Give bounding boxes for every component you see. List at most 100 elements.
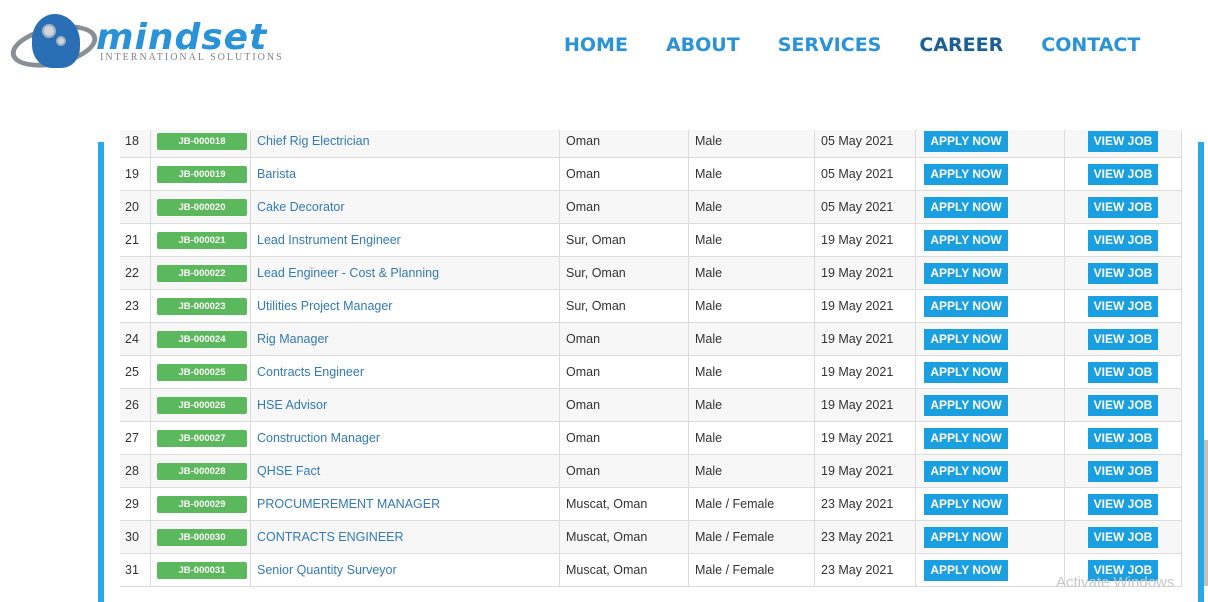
- apply-now-button[interactable]: APPLY NOW: [924, 230, 1008, 251]
- table-row: 23 JB-000023 Utilities Project Manager Sur,…: [120, 290, 1182, 323]
- apply-now-button[interactable]: APPLY NOW: [924, 560, 1008, 581]
- job-title-link[interactable]: QHSE Fact: [257, 464, 320, 478]
- view-job-button[interactable]: VIEW JOB: [1088, 461, 1158, 482]
- job-gender: Male: [688, 158, 814, 191]
- view-cell: VIEW JOB: [1064, 422, 1182, 455]
- apply-cell: APPLY NOW: [915, 389, 1064, 422]
- apply-now-button[interactable]: APPLY NOW: [924, 461, 1008, 482]
- job-date: 19 May 2021: [814, 356, 915, 389]
- job-gender: Male / Female: [688, 488, 814, 521]
- job-title-link[interactable]: Chief Rig Electrician: [257, 134, 370, 148]
- job-location: Muscat, Oman: [559, 488, 688, 521]
- view-job-button[interactable]: VIEW JOB: [1088, 131, 1158, 152]
- job-code-badge: JB-000022: [157, 265, 247, 282]
- apply-cell: APPLY NOW: [915, 455, 1064, 488]
- view-cell: VIEW JOB: [1064, 389, 1182, 422]
- row-number: 26: [125, 398, 139, 412]
- row-number: 20: [125, 200, 139, 214]
- job-title-link[interactable]: Contracts Engineer: [257, 365, 364, 379]
- job-title-link[interactable]: Lead Engineer - Cost & Planning: [257, 266, 439, 280]
- view-job-button[interactable]: VIEW JOB: [1088, 494, 1158, 515]
- job-code-cell: JB-000022: [150, 257, 250, 290]
- apply-now-button[interactable]: APPLY NOW: [924, 197, 1008, 218]
- main-nav: HOME ABOUT SERVICES CAREER CONTACT: [564, 30, 1178, 60]
- logo-wordmark: mindset: [96, 17, 268, 58]
- job-gender: Male: [688, 389, 814, 422]
- nav-services[interactable]: SERVICES: [778, 30, 882, 60]
- job-title-link[interactable]: Barista: [257, 167, 296, 181]
- view-job-button[interactable]: VIEW JOB: [1088, 263, 1158, 284]
- page-scrollbar-thumb[interactable]: [1204, 440, 1208, 586]
- table-row: 25 JB-000025 Contracts Engineer Oman Male 19 …: [120, 356, 1182, 389]
- apply-now-button[interactable]: APPLY NOW: [924, 263, 1008, 284]
- view-job-button[interactable]: VIEW JOB: [1088, 362, 1158, 383]
- job-gender: Male: [688, 257, 814, 290]
- apply-now-button[interactable]: APPLY NOW: [924, 395, 1008, 416]
- job-location: Oman: [559, 356, 688, 389]
- apply-cell: APPLY NOW: [915, 554, 1064, 587]
- apply-cell: APPLY NOW: [915, 356, 1064, 389]
- row-number: 27: [125, 431, 139, 445]
- job-location: Muscat, Oman: [559, 521, 688, 554]
- apply-now-button[interactable]: APPLY NOW: [924, 296, 1008, 317]
- apply-cell: APPLY NOW: [915, 488, 1064, 521]
- job-code-cell: JB-000026: [150, 389, 250, 422]
- job-date: 23 May 2021: [814, 488, 915, 521]
- view-job-button[interactable]: VIEW JOB: [1088, 164, 1158, 185]
- view-job-button[interactable]: VIEW JOB: [1088, 329, 1158, 350]
- row-number: 29: [125, 497, 139, 511]
- logo-gear-icon: [56, 36, 66, 46]
- job-title-link[interactable]: Cake Decorator: [257, 200, 345, 214]
- view-job-button[interactable]: VIEW JOB: [1088, 296, 1158, 317]
- table-row: 20 JB-000020 Cake Decorator Oman Male 05 May …: [120, 191, 1182, 224]
- job-location: Oman: [559, 323, 688, 356]
- view-job-button[interactable]: VIEW JOB: [1088, 197, 1158, 218]
- row-number: 28: [125, 464, 139, 478]
- job-gender: Male: [688, 224, 814, 257]
- table-row: 19 JB-000019 Barista Oman Male 05 May 2021 APP…: [120, 158, 1182, 191]
- table-row: 24 JB-000024 Rig Manager Oman Male 19 May 202…: [120, 323, 1182, 356]
- job-code-cell: JB-000020: [150, 191, 250, 224]
- job-gender: Male: [688, 191, 814, 224]
- job-title-link[interactable]: HSE Advisor: [257, 398, 327, 412]
- view-job-button[interactable]: VIEW JOB: [1088, 428, 1158, 449]
- job-title-cell: PROCUMEREMENT MANAGER: [250, 488, 559, 521]
- apply-now-button[interactable]: APPLY NOW: [924, 362, 1008, 383]
- job-title-link[interactable]: PROCUMEREMENT MANAGER: [257, 497, 440, 511]
- view-job-button[interactable]: VIEW JOB: [1088, 395, 1158, 416]
- job-code-badge: JB-000021: [157, 232, 247, 249]
- apply-now-button[interactable]: APPLY NOW: [924, 494, 1008, 515]
- apply-now-button[interactable]: APPLY NOW: [924, 131, 1008, 152]
- apply-now-button[interactable]: APPLY NOW: [924, 428, 1008, 449]
- job-title-link[interactable]: Lead Instrument Engineer: [257, 233, 401, 247]
- nav-home[interactable]: HOME: [564, 30, 628, 60]
- job-date: 19 May 2021: [814, 389, 915, 422]
- job-date: 23 May 2021: [814, 554, 915, 587]
- nav-contact[interactable]: CONTACT: [1041, 30, 1140, 60]
- job-title-link[interactable]: Senior Quantity Surveyor: [257, 563, 397, 577]
- job-code-badge: JB-000027: [157, 430, 247, 447]
- job-code-badge: JB-000020: [157, 199, 247, 216]
- view-cell: VIEW JOB: [1064, 356, 1182, 389]
- job-location: Oman: [559, 158, 688, 191]
- view-cell: VIEW JOB: [1064, 158, 1182, 191]
- table-row: 26 JB-000026 HSE Advisor Oman Male 19 May 202…: [120, 389, 1182, 422]
- job-title-link[interactable]: CONTRACTS ENGINEER: [257, 530, 404, 544]
- nav-career[interactable]: CAREER: [919, 30, 1003, 60]
- job-title-cell: CONTRACTS ENGINEER: [250, 521, 559, 554]
- job-title-link[interactable]: Rig Manager: [257, 332, 329, 346]
- job-gender: Male: [688, 455, 814, 488]
- job-title-link[interactable]: Utilities Project Manager: [257, 299, 392, 313]
- row-number: 30: [125, 530, 139, 544]
- mindset-logo[interactable]: mindset INTERNATIONAL SOLUTIONS: [6, 10, 282, 75]
- apply-now-button[interactable]: APPLY NOW: [924, 164, 1008, 185]
- view-job-button[interactable]: VIEW JOB: [1088, 527, 1158, 548]
- apply-now-button[interactable]: APPLY NOW: [924, 329, 1008, 350]
- job-title-link[interactable]: Construction Manager: [257, 431, 380, 445]
- nav-about[interactable]: ABOUT: [666, 30, 740, 60]
- view-job-button[interactable]: VIEW JOB: [1088, 230, 1158, 251]
- job-gender: Male / Female: [688, 554, 814, 587]
- row-number: 21: [125, 233, 139, 247]
- windows-activation-watermark: Activate Windows: [1056, 574, 1175, 591]
- apply-now-button[interactable]: APPLY NOW: [924, 527, 1008, 548]
